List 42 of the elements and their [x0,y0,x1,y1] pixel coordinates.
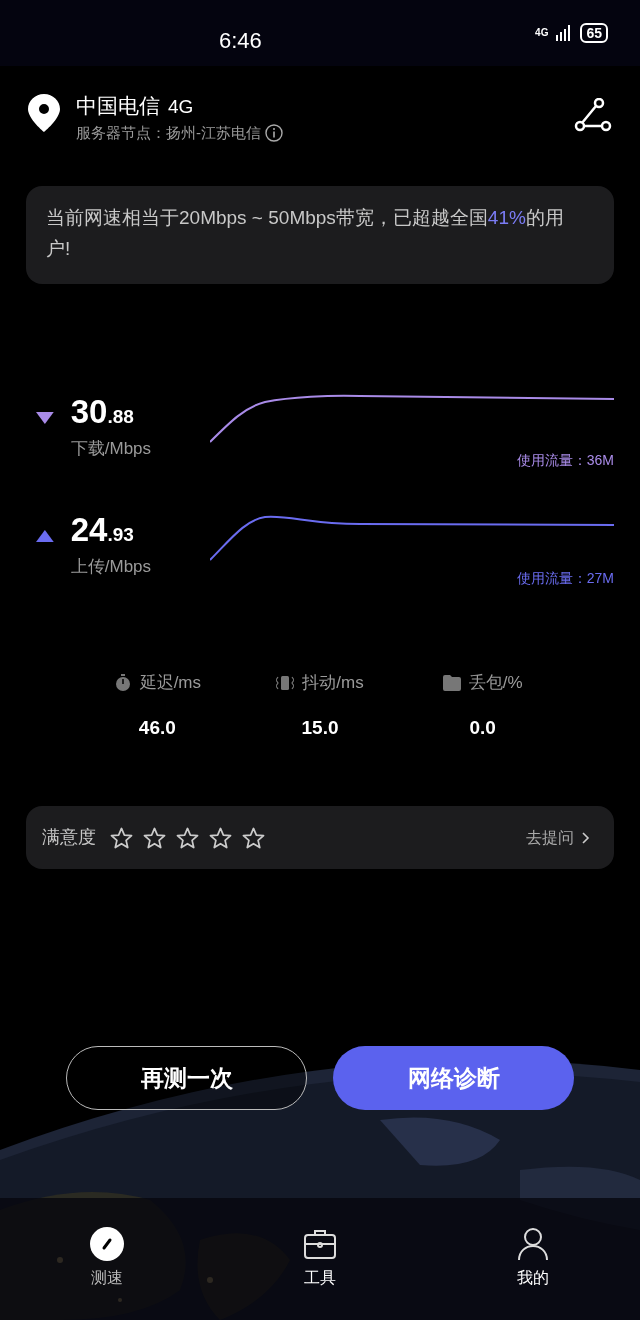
network-label: 4G [168,95,194,119]
route-icon[interactable] [574,98,612,132]
metric-value: 46.0 [138,715,176,740]
metric-value: 15.0 [301,715,339,740]
vibration-icon [276,673,295,692]
stopwatch-icon [113,673,132,692]
diagnose-button[interactable]: 网络诊断 [333,1046,574,1110]
nav-tab[interactable]: 我的 [426,1198,640,1320]
nav-tab[interactable]: 工具 [213,1198,427,1320]
clock: 6:46 [219,27,262,55]
metric-label: 丢包/% [468,672,523,694]
star-icon[interactable] [110,826,133,849]
star-icon[interactable] [242,826,265,849]
retest-button[interactable]: 再测一次 [66,1046,307,1110]
battery-level: 65 [580,23,608,43]
gauge-icon [88,1226,125,1262]
chevron-right-icon [582,831,590,844]
speed-decimal: .93 [107,524,134,547]
rating-label: 满意度 [42,826,96,849]
speed-value: 24 [70,510,108,550]
network-type: 4G [535,28,549,38]
data-usage: 使用流量：27M [516,569,614,588]
speed-value: 30 [70,392,108,432]
metric-label: 延迟/ms [139,672,201,694]
metric-value: 0.0 [469,715,496,740]
speed-summary: 当前网速相当于20Mbps ~ 50Mbps带宽，已超越全国41%的用户! [46,206,565,261]
speed-decimal: .88 [107,405,134,429]
star-icon[interactable] [176,826,199,849]
metric-label: 抖动/ms [302,672,364,694]
ask-link[interactable]: 去提问 [526,825,590,850]
speed-unit: 上传/Mbps [70,556,153,578]
speed-unit: 下载/Mbps [70,438,153,460]
data-usage: 使用流量：36M [516,451,614,470]
location-pin-icon [28,94,60,132]
signal-icon [556,25,573,41]
info-icon[interactable] [265,123,283,142]
server-node-label: 服务器节点：扬州-江苏电信 [76,122,261,143]
nav-tab[interactable]: 测速 [0,1198,214,1320]
star-icon[interactable] [209,826,232,849]
folder-icon [442,673,461,692]
star-icon[interactable] [143,826,166,849]
carrier-name: 中国电信 [76,93,160,119]
